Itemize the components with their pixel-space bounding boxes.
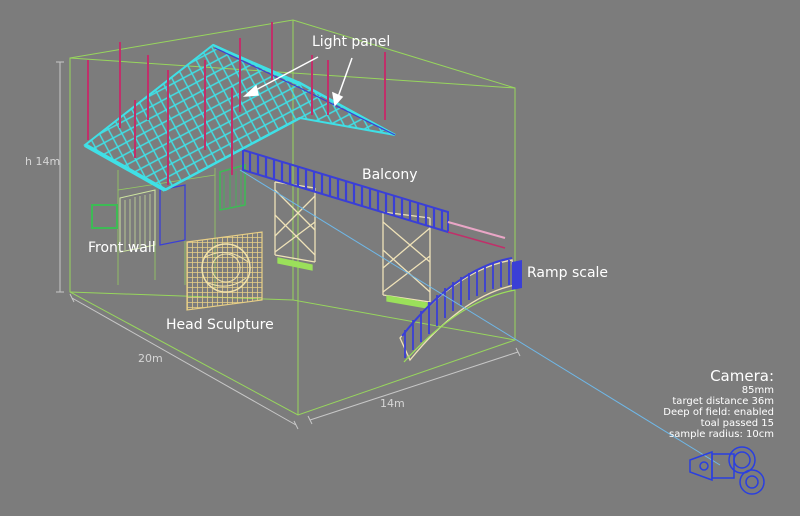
diagram-canvas: Light panel Balcony Front wall Head Scul… — [0, 0, 800, 516]
dimension-width: 20m — [138, 352, 163, 365]
camera-sample-radius: sample radius: 10cm — [669, 429, 774, 440]
camera-focal-length: 85mm — [741, 385, 774, 396]
balcony-deck — [242, 148, 506, 249]
camera-title: Camera: — [710, 367, 774, 385]
label-ramp-scale: Ramp scale — [527, 265, 609, 281]
label-light-panel: Light panel — [312, 34, 391, 50]
dimension-height: h 14m — [25, 155, 61, 168]
head-sculpture-mesh — [186, 231, 263, 311]
camera-target-line — [239, 169, 721, 466]
dimension-depth: 14m — [380, 397, 405, 410]
camera-depth-of-field: Deep of field: enabled — [663, 407, 774, 418]
ramp-geometry — [399, 257, 522, 363]
label-front-wall: Front wall — [88, 240, 156, 256]
camera-info: Camera: 85mm target distance 36m Deep of… — [663, 367, 774, 441]
label-balcony: Balcony — [362, 167, 418, 183]
camera-target-distance: target distance 36m — [672, 396, 774, 407]
camera-icon — [689, 446, 765, 495]
camera-passes: toal passed 15 — [700, 418, 774, 429]
label-head-sculpture: Head Sculpture — [166, 317, 274, 333]
